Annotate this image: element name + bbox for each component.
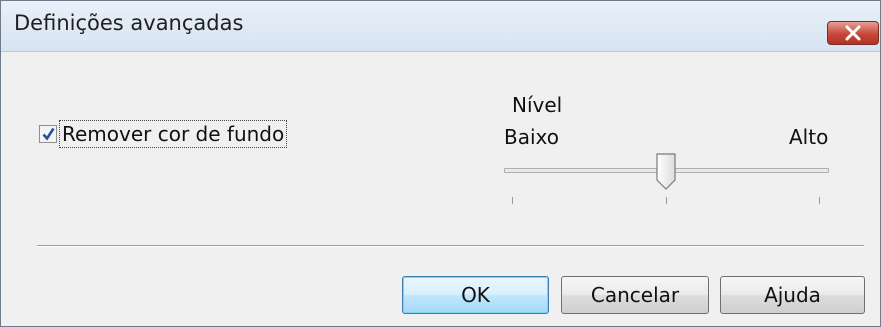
advanced-settings-dialog: Definições avançadas Remover cor de fund… (0, 0, 881, 327)
slider-tick (819, 197, 820, 204)
slider-max-label: Alto (789, 125, 829, 149)
dialog-title: Definições avançadas (14, 11, 244, 35)
slider-tick (512, 197, 513, 204)
ok-button[interactable]: OK (402, 276, 549, 314)
help-button[interactable]: Ajuda (720, 276, 865, 314)
level-slider-thumb[interactable] (655, 153, 677, 191)
remove-background-checkbox[interactable] (39, 125, 57, 143)
level-label: Nível (512, 93, 563, 117)
remove-background-label[interactable]: Remover cor de fundo (58, 120, 288, 148)
checkmark-icon (42, 127, 55, 141)
separator (37, 245, 864, 247)
slider-tick (666, 197, 667, 204)
close-icon (845, 25, 861, 41)
remove-background-option[interactable]: Remover cor de fundo (39, 119, 288, 149)
cancel-button[interactable]: Cancelar (561, 276, 709, 314)
slider-min-label: Baixo (504, 125, 559, 149)
close-button[interactable] (827, 21, 879, 45)
title-bar[interactable]: Definições avançadas (1, 1, 880, 52)
